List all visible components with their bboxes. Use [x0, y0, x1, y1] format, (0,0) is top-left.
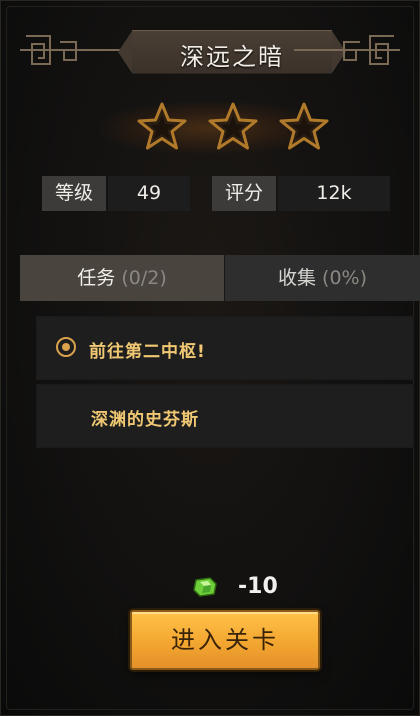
quest-item[interactable]: 前往第二中枢! — [36, 316, 414, 380]
tab-collection[interactable]: 收集 (0%) — [225, 255, 420, 301]
star-rating — [40, 94, 380, 162]
energy-crystal-icon — [193, 577, 217, 597]
tab-tasks-count: (0/2) — [121, 267, 167, 289]
left-ornament-icon — [20, 35, 126, 65]
star-empty-icon — [137, 102, 187, 150]
quest-item[interactable]: 深渊的史芬斯 — [36, 384, 414, 448]
score-stat: 评分 12k — [212, 176, 390, 211]
tab-collection-count: (0%) — [322, 267, 368, 289]
level-panel: 深远之暗 等级 49 评分 12k 任务 (0/2) 收集 (0%) 前往第二中… — [0, 0, 420, 716]
entry-cost: -10 — [238, 574, 278, 599]
level-value: 49 — [108, 176, 190, 211]
star-empty-icon — [208, 102, 258, 150]
level-stat: 等级 49 — [42, 176, 190, 211]
star-empty-icon — [279, 102, 329, 150]
score-value: 12k — [278, 176, 390, 211]
tab-tasks-label: 任务 — [77, 267, 116, 289]
right-ornament-icon — [294, 35, 400, 65]
level-label: 等级 — [42, 176, 106, 211]
title-banner: 深远之暗 — [20, 28, 400, 74]
enter-level-button[interactable]: 进入关卡 — [130, 610, 320, 670]
quest-text: 前往第二中枢! — [89, 342, 206, 362]
target-icon — [56, 337, 76, 357]
tab-tasks[interactable]: 任务 (0/2) — [20, 255, 224, 301]
quest-text: 深渊的史芬斯 — [91, 410, 199, 430]
tab-collection-label: 收集 — [277, 267, 316, 289]
score-label: 评分 — [212, 176, 276, 211]
